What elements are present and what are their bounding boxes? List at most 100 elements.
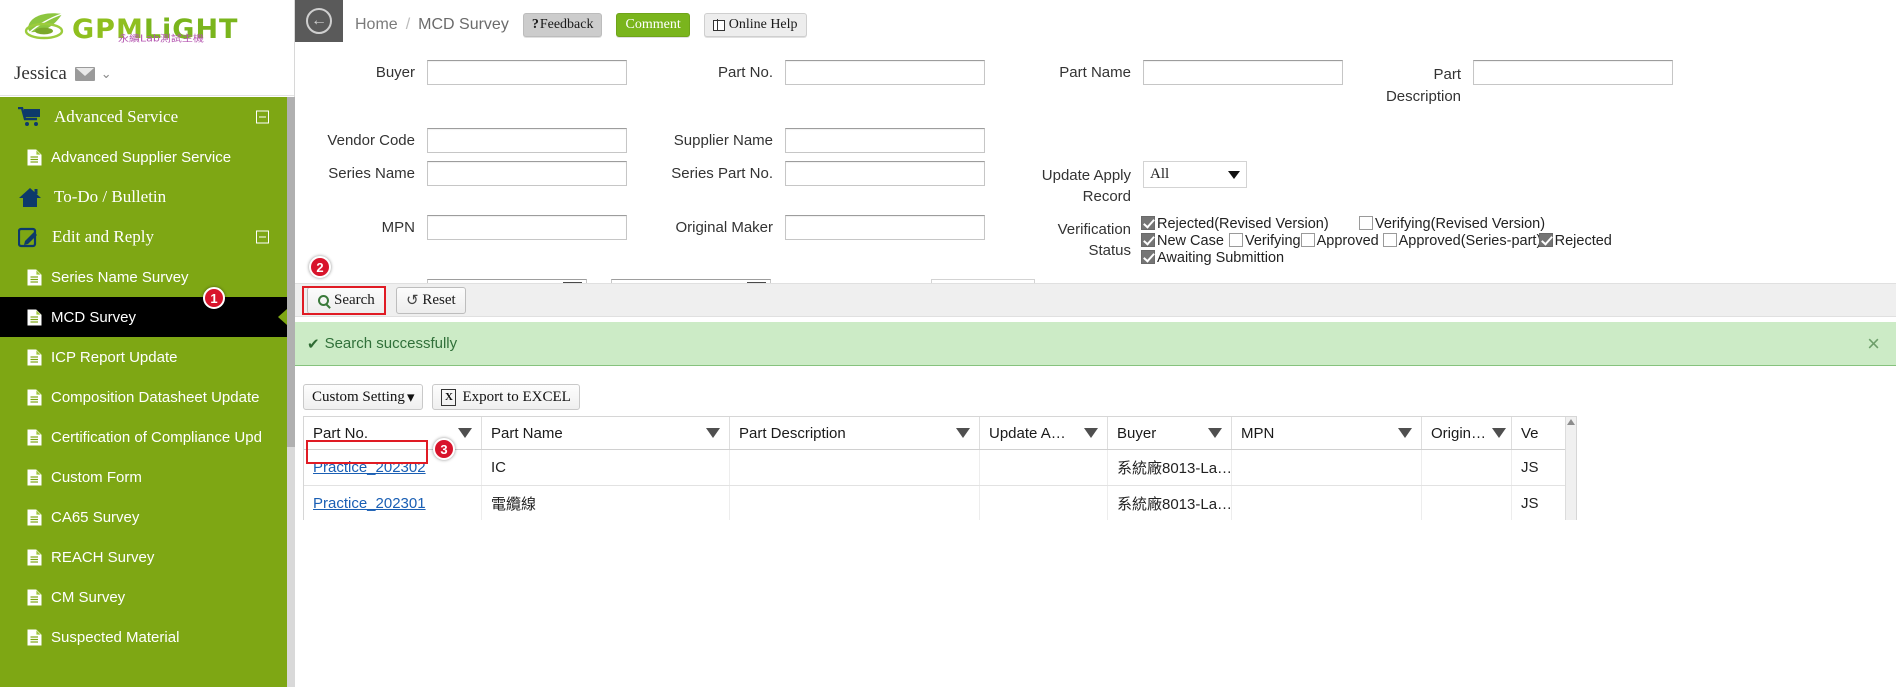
sidebar-item-to-do-bulletin[interactable]: To-Do / Bulletin — [0, 177, 295, 217]
filter-icon[interactable] — [706, 428, 720, 438]
sidebar-item-suspected-material[interactable]: Suspected Material — [0, 617, 295, 657]
reset-label: Reset — [422, 291, 456, 308]
custom-setting-button[interactable]: Custom Setting ▾ — [303, 384, 424, 410]
vendor-code-input[interactable] — [427, 128, 627, 153]
document-icon — [27, 309, 42, 326]
table-cell-mpn — [1232, 450, 1422, 485]
verification-checkbox-verifying-revised-version[interactable]: Verifying(Revised Version) — [1359, 216, 1575, 233]
checkbox-box[interactable] — [1229, 233, 1243, 247]
sidebar-item-certification-of-compliance-upd[interactable]: Certification of Compliance Upd — [0, 417, 295, 457]
sidebar-item-icp-report-update[interactable]: ICP Report Update — [0, 337, 295, 377]
verification-checkbox-approved-series-part[interactable]: Approved(Series-part) — [1382, 233, 1541, 250]
search-button[interactable]: Search — [307, 286, 386, 314]
alert-message: Search successfully — [324, 335, 458, 352]
filter-icon[interactable] — [1398, 428, 1412, 438]
cell-text: 電纜線 — [491, 496, 537, 513]
close-icon[interactable]: × — [1867, 332, 1880, 355]
table-vertical-scrollbar[interactable] — [1565, 417, 1576, 520]
filter-icon[interactable] — [956, 428, 970, 438]
table-cell-ve: JS — [1512, 450, 1567, 485]
user-menu[interactable]: Jessica ⌄ — [0, 52, 294, 96]
feedback-button[interactable]: ? Feedback — [522, 13, 603, 37]
document-icon — [27, 629, 42, 646]
checkbox-label: Approved — [1316, 233, 1379, 249]
app-root: GPMLiGHT 永續Lab測試主機 Jessica ⌄ Advanced Se… — [0, 0, 1896, 687]
verification-checkbox-new-case[interactable]: New Case — [1141, 233, 1229, 250]
update-apply-record-select[interactable]: All — [1143, 161, 1247, 188]
cell-text: 系統廠8013-La… — [1117, 496, 1232, 513]
table-header-part-name: Part Name — [482, 417, 730, 449]
table-cell-mpn — [1232, 486, 1422, 520]
collapse-minus-icon[interactable] — [256, 230, 269, 244]
sidebar-item-advanced-service[interactable]: Advanced Service — [0, 97, 295, 137]
verification-status-label: Verification Status — [1057, 221, 1131, 259]
sidebar-item-custom-form[interactable]: Custom Form — [0, 457, 295, 497]
sidebar-item-cm-survey[interactable]: CM Survey — [0, 577, 295, 617]
reset-button[interactable]: ↻ Reset — [395, 286, 466, 314]
check-icon: ✔ — [307, 335, 320, 353]
part-description-input[interactable] — [1473, 60, 1673, 85]
scroll-up-icon[interactable] — [1567, 419, 1575, 425]
checkbox-box[interactable] — [1141, 233, 1155, 247]
filter-icon[interactable] — [1084, 428, 1098, 438]
table-header-buyer: Buyer — [1108, 417, 1232, 449]
mpn-label: MPN — [381, 219, 415, 236]
sidebar-scrollbar[interactable] — [287, 97, 295, 687]
filter-icon[interactable] — [1492, 428, 1507, 438]
document-icon — [27, 349, 42, 366]
verification-checkbox-awaiting-submittion[interactable]: Awaiting Submittion — [1141, 250, 1284, 267]
sidebar-item-series-name-survey[interactable]: Series Name Survey — [0, 257, 295, 297]
table-header-label: Part No. — [313, 424, 369, 442]
sidebar-scrollbar-thumb[interactable] — [287, 97, 295, 447]
collapse-minus-icon[interactable] — [256, 110, 269, 124]
table-header-row: Part No. Part Name Part Description Update … — [304, 417, 1576, 450]
part-no-input[interactable] — [785, 60, 985, 85]
series-part-no-input[interactable] — [785, 161, 985, 186]
sidebar-item-reach-survey[interactable]: REACH Survey — [0, 537, 295, 577]
reset-icon: ↻ — [405, 292, 419, 309]
checkbox-box[interactable] — [1538, 233, 1553, 247]
online-help-button[interactable]: Online Help — [703, 13, 807, 37]
part-name-input[interactable] — [1143, 60, 1343, 85]
part-no-link-row-1[interactable]: Practice_202302 — [313, 459, 426, 476]
checkbox-box[interactable] — [1141, 250, 1155, 264]
checkbox-label: Rejected — [1554, 233, 1612, 249]
export-to-excel-button[interactable]: X Export to EXCEL — [432, 384, 580, 410]
series-name-input[interactable] — [427, 161, 627, 186]
sidebar-item-edit-and-reply[interactable]: Edit and Reply — [0, 217, 295, 257]
table-cell-part-name: 電纜線 — [482, 486, 730, 520]
sidebar-item-composition-datasheet-update[interactable]: Composition Datasheet Update — [0, 377, 295, 417]
sidebar-item-label: ICP Report Update — [51, 348, 178, 366]
table-header-update-a: Update A… — [980, 417, 1108, 449]
mpn-input[interactable] — [427, 215, 627, 240]
part-no-link-row-2[interactable]: Practice_202301 — [313, 495, 426, 512]
sidebar-item-mcd-survey[interactable]: MCD Survey — [0, 297, 295, 337]
verification-checkbox-approved[interactable]: Approved — [1300, 233, 1383, 250]
annotation-badge-3: 3 — [433, 438, 455, 460]
original-maker-input[interactable] — [785, 215, 985, 240]
main-content: ← Home / MCD Survey ? Feedback Comment On… — [295, 0, 1896, 687]
checkbox-box[interactable] — [1359, 216, 1373, 230]
filter-icon[interactable] — [1208, 428, 1222, 438]
sidebar-item-advanced-supplier-service[interactable]: Advanced Supplier Service — [0, 137, 295, 177]
chevron-down-icon[interactable]: ⌄ — [101, 66, 112, 82]
verification-checkbox-rejected[interactable]: Rejected — [1538, 233, 1623, 250]
back-button[interactable]: ← — [295, 0, 343, 42]
sidebar-item-label: Series Name Survey — [51, 268, 189, 286]
checkbox-box[interactable] — [1141, 216, 1155, 230]
verification-checkbox-rejected-revised-version[interactable]: Rejected(Revised Version) — [1141, 216, 1359, 233]
checkbox-box[interactable] — [1300, 233, 1315, 247]
mail-icon[interactable] — [74, 66, 95, 81]
document-icon — [27, 549, 42, 566]
filter-icon[interactable] — [458, 428, 472, 438]
verification-checkbox-verifying[interactable]: Verifying — [1229, 233, 1301, 250]
buyer-input[interactable] — [427, 60, 627, 85]
supplier-name-input[interactable] — [785, 128, 985, 153]
table-header-label: MPN — [1241, 424, 1275, 442]
document-icon — [27, 509, 42, 526]
brand-logo[interactable]: GPMLiGHT 永續Lab測試主機 — [0, 0, 294, 52]
breadcrumb-home[interactable]: Home — [355, 16, 398, 34]
sidebar-item-ca65-survey[interactable]: CA65 Survey — [0, 497, 295, 537]
comment-button[interactable]: Comment — [616, 13, 690, 37]
checkbox-box[interactable] — [1382, 233, 1397, 247]
